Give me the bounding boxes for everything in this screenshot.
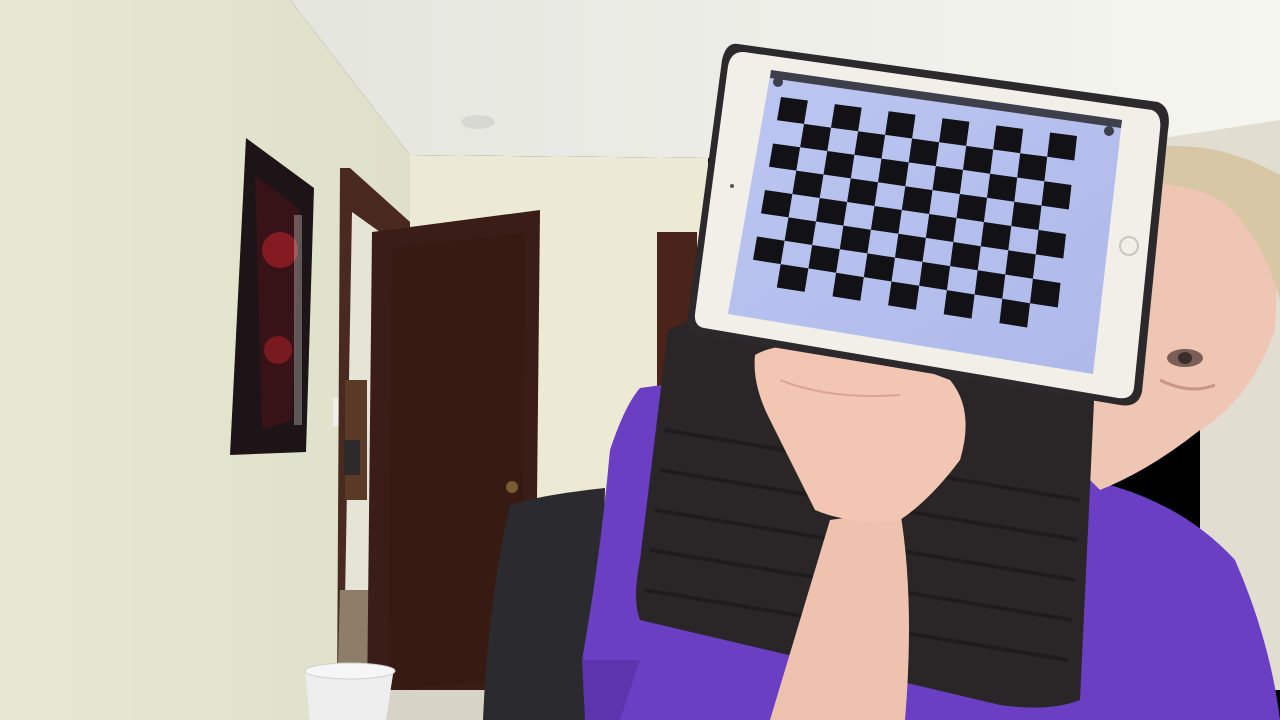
- checker-square: [1011, 201, 1042, 230]
- checker-square: [1017, 153, 1048, 182]
- checker-square: [753, 236, 785, 265]
- checker-square: [908, 138, 940, 167]
- checker-square: [870, 206, 902, 234]
- checker-square: [816, 198, 848, 226]
- checker-square: [784, 217, 816, 245]
- door-knob: [506, 481, 518, 493]
- webcam-scene: [0, 0, 1280, 720]
- checker-square: [963, 145, 994, 174]
- screen-corner-dot-right: [1104, 126, 1114, 136]
- checker-square: [895, 233, 926, 262]
- checker-square: [939, 118, 970, 146]
- checker-square: [987, 173, 1018, 202]
- checker-square: [943, 290, 975, 319]
- checker-square: [832, 272, 864, 301]
- checker-square: [792, 170, 824, 198]
- checker-square: [769, 143, 801, 171]
- checker-square: [993, 125, 1024, 154]
- checker-square: [974, 270, 1006, 299]
- screen-corner-dot-left: [773, 77, 783, 87]
- checker-square: [1005, 250, 1036, 279]
- checker-square: [999, 298, 1030, 328]
- checker-square: [776, 264, 809, 292]
- checker-square: [839, 225, 871, 254]
- checker-square: [878, 158, 909, 187]
- checker-square: [901, 186, 933, 214]
- checker-square: [854, 131, 886, 159]
- checker-square: [1047, 132, 1077, 161]
- checker-square: [847, 178, 878, 206]
- checker-square: [919, 261, 951, 291]
- checker-square: [1041, 181, 1072, 210]
- checker-square: [823, 151, 855, 179]
- smoke-detector: [461, 115, 495, 129]
- checker-square: [761, 190, 793, 218]
- checker-square: [777, 97, 808, 124]
- checker-square: [863, 253, 895, 282]
- checker-square: [885, 111, 916, 139]
- checker-square: [808, 245, 840, 273]
- checker-square: [956, 194, 987, 222]
- checker-square: [888, 281, 920, 310]
- checker-square: [1035, 230, 1066, 259]
- checker-square: [980, 222, 1012, 251]
- camera-dot: [730, 184, 734, 188]
- checker-square: [932, 166, 963, 194]
- checker-square: [925, 214, 957, 242]
- checker-square: [950, 242, 981, 271]
- checker-square: [1030, 278, 1061, 308]
- checker-square: [831, 104, 862, 132]
- scene-image: [0, 0, 1280, 720]
- poster-red-glow: [262, 232, 298, 268]
- checker-square: [800, 123, 831, 151]
